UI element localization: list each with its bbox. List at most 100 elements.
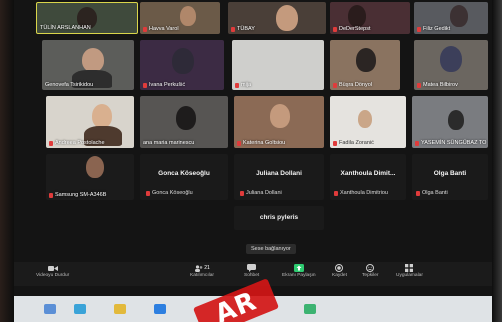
participant-name-label: DeDerStepst: [333, 26, 371, 32]
video-thumbnail: [82, 48, 104, 72]
share-screen-label: Ekranı Paylaşın: [282, 273, 316, 278]
participant-tile[interactable]: Matea Bilbirov: [414, 40, 488, 90]
participant-tile[interactable]: Andreea Postolache: [46, 96, 134, 148]
monitor-bezel-right: [492, 0, 502, 322]
participant-display-name: Juliana Dollani: [256, 170, 302, 177]
participant-tile[interactable]: mija: [232, 40, 324, 90]
participant-tile[interactable]: Büşra Dönyol: [330, 40, 400, 90]
chat-button[interactable]: Sohbet: [244, 264, 259, 278]
mic-muted-icon: [49, 140, 53, 146]
reactions-button[interactable]: Tepkiler: [362, 264, 379, 278]
participant-tile[interactable]: Fadila Zoranić: [330, 96, 406, 148]
participant-name-label: Olga Banti: [416, 190, 448, 196]
apps-icon: [404, 264, 414, 272]
participant-name-label: Fadila Zoranić: [333, 140, 374, 146]
mic-muted-icon: [143, 82, 147, 88]
participant-tile[interactable]: Gonca Köseoğlu Gonca Köseoğlu: [140, 154, 228, 200]
mic-muted-icon: [231, 26, 235, 32]
video-thumbnail: [276, 5, 298, 31]
mic-muted-icon: [415, 140, 419, 146]
reactions-icon: [365, 264, 375, 272]
participant-tile[interactable]: Xanthoula Dimit... Xanthoula Dimitriou: [330, 154, 406, 200]
participant-name-label: Ivana Perkušić: [143, 82, 185, 88]
video-thumbnail: [92, 104, 112, 128]
participant-tile[interactable]: ana maria marinescu: [140, 96, 228, 148]
video-thumbnail: [358, 110, 372, 128]
connecting-audio-banner: Sese bağlanıyor: [246, 244, 296, 254]
participant-name-label: Juliana Dollani: [240, 190, 282, 196]
participant-tile[interactable]: Genovefa Tsirikidou: [42, 40, 134, 90]
taskbar-app-icon[interactable]: [154, 304, 166, 314]
mic-muted-icon: [417, 82, 421, 88]
record-button[interactable]: Kaydet: [332, 264, 347, 278]
mic-muted-icon: [334, 190, 338, 196]
participants-button[interactable]: 21 Katılımcılar: [190, 264, 214, 278]
participant-tile[interactable]: Filiz Gedikt: [414, 2, 488, 34]
video-thumbnail: [356, 48, 376, 72]
taskbar-app-icon[interactable]: [304, 304, 316, 314]
video-thumbnail: [86, 156, 104, 178]
taskbar-app-icon[interactable]: [44, 304, 56, 314]
participant-display-name: chris pyleris: [259, 214, 299, 221]
record-label: Kaydet: [332, 273, 347, 278]
participant-name-label: Andreea Postolache: [49, 140, 105, 146]
mic-muted-icon: [237, 140, 241, 146]
share-screen-button[interactable]: Ekranı Paylaşın: [282, 264, 316, 278]
video-thumbnail: [440, 46, 462, 72]
mic-muted-icon: [333, 82, 337, 88]
video-thumbnail: [180, 6, 196, 26]
participant-tile[interactable]: Samsung SM-A346B: [46, 154, 134, 200]
taskbar-app-icon[interactable]: [74, 304, 86, 314]
participant-grid: TÜLİN ARSLANHAN Havva Varol TÜBAY DeDerS…: [36, 2, 488, 230]
participant-name-label: Filiz Gedikt: [417, 26, 450, 32]
mic-muted-icon: [49, 192, 53, 198]
participant-display-name: Xanthoula Dimit...: [340, 170, 396, 177]
mic-muted-icon: [235, 82, 239, 88]
record-icon: [334, 264, 344, 272]
video-thumbnail: [448, 110, 464, 130]
meeting-toolbar: Videoyu Durdur 21 Katılımcılar Sohbet Ek…: [14, 262, 492, 286]
participant-name-label: ana maria marinescu: [143, 140, 195, 146]
stop-video-button[interactable]: Videoyu Durdur: [36, 264, 69, 278]
participant-name-label: Matea Bilbirov: [417, 82, 458, 88]
participant-name-label: TÜLİN ARSLANHAN: [40, 25, 91, 31]
participant-name-label: TÜBAY: [231, 26, 255, 32]
mic-muted-icon: [416, 190, 420, 196]
chat-icon: [247, 264, 257, 272]
video-thumbnail: [348, 5, 366, 27]
participant-tile[interactable]: Havva Varol: [140, 2, 220, 34]
participant-display-name: Gonca Köseoğlu: [158, 170, 210, 177]
share-screen-icon: [293, 264, 304, 272]
participant-tile[interactable]: Olga Banti Olga Banti: [412, 154, 488, 200]
participant-tile[interactable]: Juliana Dollani Juliana Dollani: [234, 154, 324, 200]
apps-button[interactable]: Uygulamalar: [396, 264, 423, 278]
participant-name-label: Büşra Dönyol: [333, 82, 372, 88]
participant-tile[interactable]: DeDerStepst: [330, 2, 410, 34]
participant-tile[interactable]: Katerina Goltsiou: [234, 96, 324, 148]
participant-name-label: Genovefa Tsirikidou: [45, 82, 94, 88]
participant-tile[interactable]: chris pyleris: [234, 206, 324, 230]
video-thumbnail: [176, 106, 196, 130]
reactions-label: Tepkiler: [362, 273, 379, 278]
participant-tile[interactable]: YASEMİN SÜNGÜBAZ TO: [412, 96, 488, 148]
participant-name-label: Xanthoula Dimitriou: [334, 190, 388, 196]
participant-name-label: Samsung SM-A346B: [49, 192, 106, 198]
video-thumbnail: [450, 5, 468, 27]
taskbar-app-icon[interactable]: [114, 304, 126, 314]
participants-count: 21: [204, 265, 210, 271]
participant-display-name: Olga Banti: [433, 170, 467, 177]
mic-muted-icon: [417, 26, 421, 32]
participant-name-label: Gonca Köseoğlu: [146, 190, 193, 196]
mic-muted-icon: [143, 26, 147, 32]
participants-label: Katılımcılar: [190, 273, 214, 278]
video-thumbnail: [172, 48, 194, 74]
participant-tile[interactable]: TÜBAY: [228, 2, 326, 34]
participant-tile[interactable]: TÜLİN ARSLANHAN: [36, 2, 138, 34]
mic-muted-icon: [333, 140, 337, 146]
monitor-bezel-left: [0, 0, 14, 322]
mic-muted-icon: [333, 26, 337, 32]
participant-name-label: Katerina Goltsiou: [237, 140, 285, 146]
mic-muted-icon: [240, 190, 244, 196]
participant-tile[interactable]: Ivana Perkušić: [140, 40, 224, 90]
participant-name-label: Havva Varol: [143, 26, 179, 32]
